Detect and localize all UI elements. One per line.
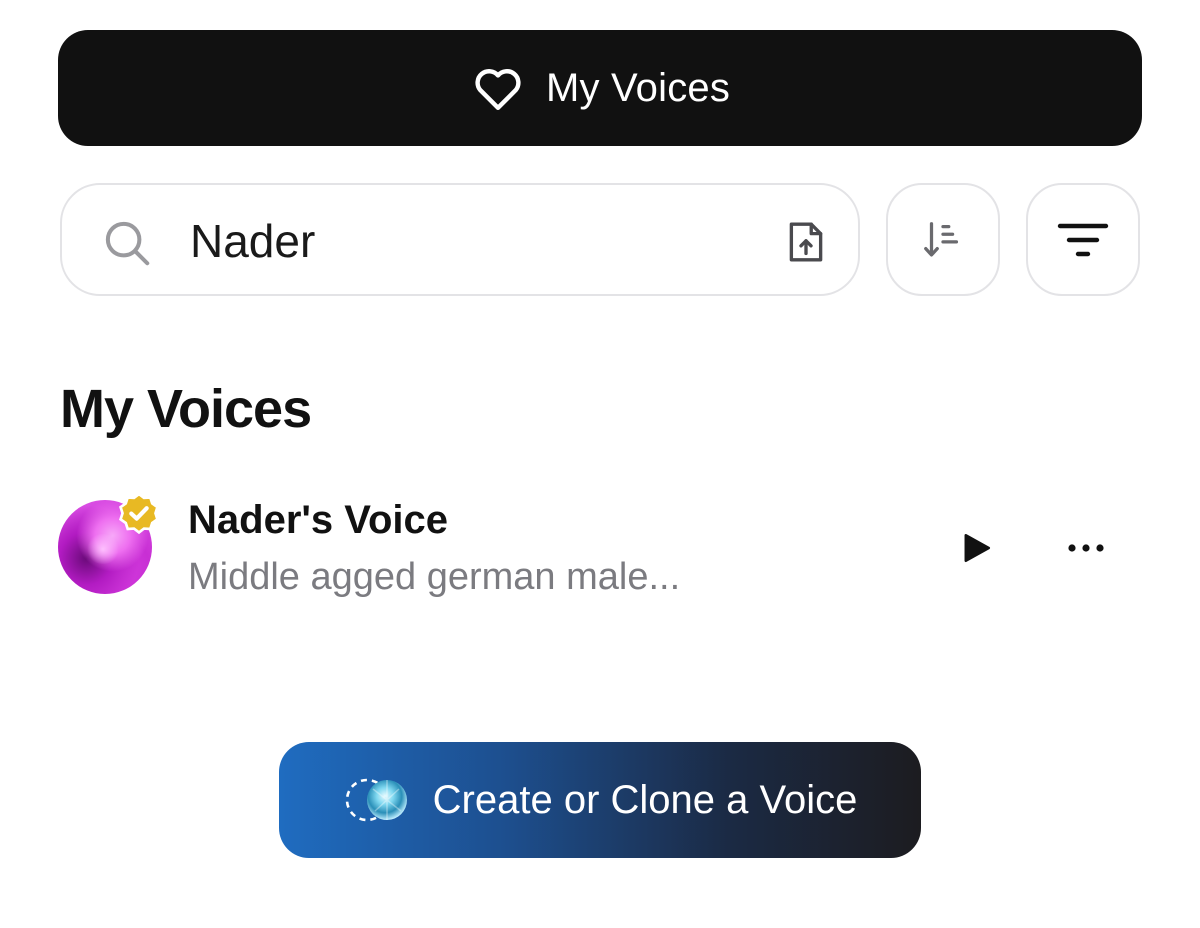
play-button[interactable] [946, 528, 1006, 568]
file-upload-icon[interactable] [784, 219, 828, 265]
voice-name: Nader's Voice [188, 498, 448, 542]
voice-orb-icon [345, 778, 407, 822]
filter-icon [1057, 223, 1109, 256]
more-horizontal-icon [1068, 544, 1104, 552]
section-title: My Voices [60, 379, 312, 439]
verified-badge-icon [119, 492, 159, 535]
filter-button[interactable] [1026, 183, 1140, 296]
create-or-clone-voice-button[interactable]: Create or Clone a Voice [279, 742, 921, 858]
more-options-button[interactable] [1058, 528, 1114, 568]
sort-button[interactable] [886, 183, 1000, 296]
voice-description: Middle agged german male... [188, 556, 681, 598]
sort-descending-icon [924, 221, 959, 257]
search-icon [105, 221, 150, 266]
search-input[interactable] [190, 205, 750, 277]
my-voices-tab-label: My Voices [545, 65, 731, 110]
play-icon [964, 533, 991, 563]
create-or-clone-voice-label: Create or Clone a Voice [432, 777, 858, 822]
search-box [60, 183, 860, 296]
voice-list-item[interactable]: Nader's Voice Middle agged german male..… [56, 488, 1146, 608]
my-voices-tab[interactable]: My Voices [58, 30, 1142, 146]
heart-icon [475, 69, 521, 111]
